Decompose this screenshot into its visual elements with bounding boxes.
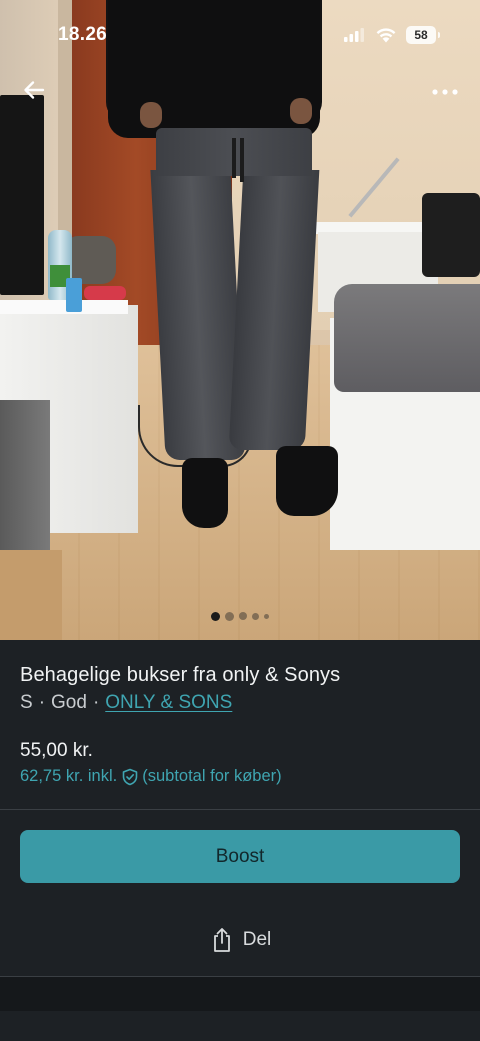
share-label: Del [242,929,272,950]
pagination-dot[interactable] [252,612,259,620]
listing-screen: 18.26 58 Behagelige bukser fra only & So… [0,0,480,1041]
photo-pagination[interactable] [0,610,480,622]
meta-separator: · [92,692,100,713]
photo-sock-right [276,446,338,516]
boost-button[interactable]: Boost [20,830,460,883]
item-meta: S · God · ONLY & SONS [20,692,232,714]
battery-level: 58 [414,28,428,42]
photo-drawstring [240,138,244,182]
meta-separator: · [38,692,46,713]
item-title: Behagelige bukser fra only & Sonys [20,664,341,686]
more-options-button[interactable] [428,78,462,106]
boost-label: Boost [215,845,265,867]
signal-icon [344,28,364,42]
home-indicator-area [0,1011,480,1041]
battery-icon: 58 [406,26,440,44]
photo-sock-left [182,458,228,528]
listing-info: Behagelige bukser fra only & Sonys S · God… [0,640,480,810]
item-condition: God [51,692,87,713]
photo-chair [422,193,480,277]
pagination-dot[interactable] [239,612,247,620]
photo-bed-cover [334,284,480,392]
status-time: 18.26 [58,24,108,45]
bottom-section [0,977,480,1011]
more-dots-icon [432,89,458,95]
pagination-dot[interactable] [264,613,269,619]
shield-check-icon [122,768,138,785]
share-icon [213,928,230,952]
wifi-icon [376,28,396,43]
product-photo[interactable] [0,0,480,640]
photo-cup [66,278,82,312]
share-button[interactable]: Del [196,920,286,960]
photo-person-hand-right [290,98,312,124]
brand-link[interactable]: ONLY & SONS [105,692,232,713]
back-button[interactable] [20,76,48,104]
photo-red-object [84,286,126,300]
photo-drawstring [232,138,236,178]
photo-tv [0,95,44,295]
price-including-fees[interactable]: 62,75 kr. inkl. (subtotal for køber) [20,767,282,786]
item-size: S [20,692,33,713]
photo-cabinet-top [0,300,128,314]
divider [0,809,480,810]
photo-pants-leg-right [228,170,320,450]
photo-box [0,550,62,640]
subtotal-note: (subtotal for køber) [142,767,282,785]
photo-bin [0,400,50,550]
arrow-left-icon [24,81,45,99]
status-bar: 18.26 58 [0,0,480,64]
price-incl-value: 62,75 kr. inkl. [20,767,118,785]
pagination-dot[interactable] [225,611,234,621]
pagination-dot[interactable] [211,611,220,621]
item-price: 55,00 kr. [20,740,93,761]
photo-person-hand-left [140,102,162,128]
